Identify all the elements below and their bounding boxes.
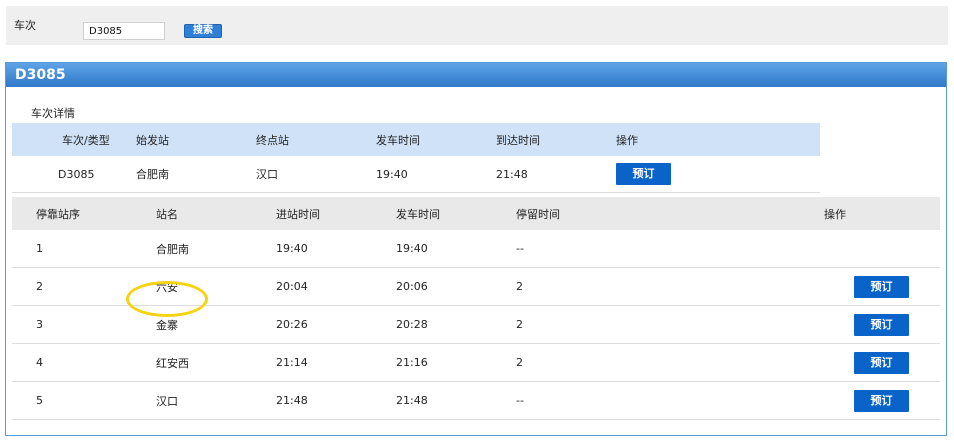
origin-station: 合肥南 — [136, 168, 169, 181]
arrive-time: 19:40 — [276, 242, 308, 255]
stay-time: 2 — [516, 318, 523, 331]
train-number: D3085 — [58, 167, 95, 181]
station-name: 金寨 — [156, 318, 178, 332]
arrival-time: 21:48 — [496, 167, 528, 181]
col-terminal: 终点站 — [256, 133, 289, 147]
table-row: 5 汉口 21:48 21:48 -- 预订 — [12, 382, 940, 420]
stop-seq: 1 — [36, 242, 43, 255]
stop-seq: 3 — [36, 318, 43, 331]
action-cell: 预订 — [854, 306, 909, 343]
search-button[interactable]: 搜索 — [184, 24, 222, 38]
stop-seq: 2 — [36, 280, 43, 293]
col-stop-seq: 停靠站序 — [36, 207, 80, 221]
station-name: 汉口 — [156, 394, 178, 408]
depart-time: 20:28 — [396, 318, 428, 331]
train-number-input[interactable] — [83, 22, 165, 40]
stop-seq: 4 — [36, 356, 43, 369]
arrive-time: 21:14 — [276, 356, 308, 369]
station-name: 六安 — [156, 280, 178, 294]
table-row: 1 合肥南 19:40 19:40 -- — [12, 230, 940, 268]
station-name: 红安西 — [156, 356, 189, 370]
depart-time: 21:16 — [396, 356, 428, 369]
train-number-label: 车次 — [14, 19, 36, 32]
action-cell: 预订 — [854, 268, 909, 305]
panel-title: D3085 — [6, 63, 946, 87]
book-button[interactable]: 预订 — [854, 351, 909, 374]
arrive-time: 20:04 — [276, 280, 308, 293]
col-stop-action: 操作 — [824, 207, 846, 221]
station-name: 合肥南 — [156, 242, 189, 256]
table-row: 4 红安西 21:14 21:16 2 预订 — [12, 344, 940, 382]
stay-time: -- — [516, 394, 524, 407]
depart-time: 19:40 — [396, 242, 428, 255]
section-title: 车次详情 — [31, 107, 75, 120]
action-cell: 预订 — [854, 344, 909, 381]
arrive-time: 21:48 — [276, 394, 308, 407]
col-departure: 发车时间 — [376, 133, 420, 147]
terminal-station: 汉口 — [256, 168, 278, 181]
stop-seq: 5 — [36, 394, 43, 407]
detail-header-row: 车次/类型 始发站 终点站 发车时间 到达时间 操作 — [12, 123, 820, 156]
action-cell: 预订 — [616, 156, 671, 192]
book-button[interactable]: 预订 — [854, 275, 909, 298]
detail-row: D3085 合肥南 汉口 19:40 21:48 预订 — [12, 156, 820, 193]
stay-time: 2 — [516, 280, 523, 293]
book-button[interactable]: 预订 — [854, 389, 909, 412]
arrive-time: 20:26 — [276, 318, 308, 331]
depart-time: 21:48 — [396, 394, 428, 407]
depart-time: 20:06 — [396, 280, 428, 293]
col-origin: 始发站 — [136, 133, 169, 147]
col-arrive-time: 进站时间 — [276, 207, 320, 221]
col-depart-time: 发车时间 — [396, 207, 440, 221]
stops-table: 停靠站序 站名 进站时间 发车时间 停留时间 操作 1 合肥南 19:40 19… — [12, 197, 940, 420]
train-panel: D3085 车次详情 车次/类型 始发站 终点站 发车时间 到达时间 操作 D3… — [5, 62, 947, 436]
table-row: 2 六安 20:04 20:06 2 预订 — [12, 268, 940, 306]
table-row: 3 金寨 20:26 20:28 2 预订 — [12, 306, 940, 344]
train-detail-table: 车次/类型 始发站 终点站 发车时间 到达时间 操作 D3085 合肥南 汉口 … — [12, 123, 820, 193]
col-train-type: 车次/类型 — [62, 133, 110, 147]
departure-time: 19:40 — [376, 167, 408, 181]
stay-time: -- — [516, 242, 524, 255]
col-station-name: 站名 — [156, 207, 178, 221]
search-bar: 车次 搜索 — [6, 6, 948, 45]
book-button[interactable]: 预订 — [854, 313, 909, 336]
book-button[interactable]: 预订 — [616, 163, 671, 185]
col-arrival: 到达时间 — [496, 133, 540, 147]
action-cell: 预订 — [854, 382, 909, 419]
stops-header-row: 停靠站序 站名 进站时间 发车时间 停留时间 操作 — [12, 197, 940, 230]
col-stay-time: 停留时间 — [516, 207, 560, 221]
col-action: 操作 — [616, 133, 638, 147]
stay-time: 2 — [516, 356, 523, 369]
